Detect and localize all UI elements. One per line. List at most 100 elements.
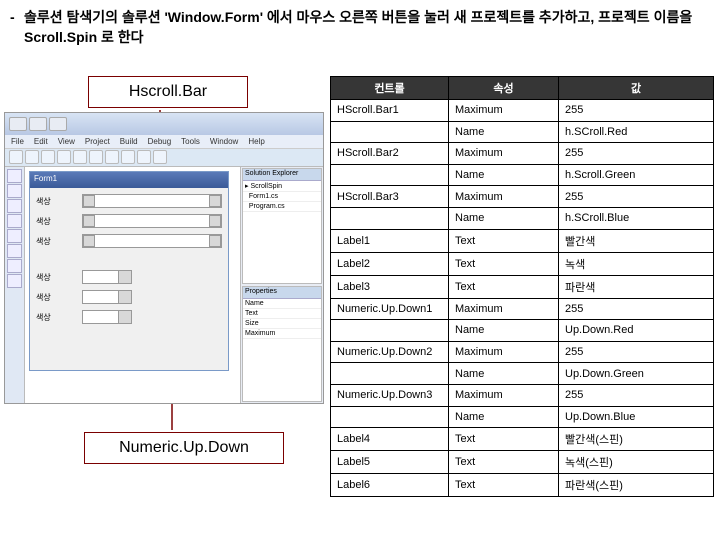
table-row: NameUp.Down.Red [331, 320, 714, 342]
side-panels: Solution Explorer ▸ ScrollSpin Form1.cs … [241, 167, 323, 403]
window-titlebar [5, 113, 323, 135]
table-row: Nameh.Scroll.Green [331, 164, 714, 186]
cell-val: Up.Down.Red [559, 320, 714, 342]
menu-item[interactable]: Window [210, 137, 238, 146]
cell-prop: Text [449, 474, 559, 497]
cell-val: 255 [559, 341, 714, 363]
hscrollbar-1[interactable] [82, 194, 222, 208]
menu-item[interactable]: Tools [181, 137, 200, 146]
table-row: HScroll.Bar1Maximum255 [331, 100, 714, 122]
table-row: HScroll.Bar3Maximum255 [331, 186, 714, 208]
cell-prop: Text [449, 275, 559, 298]
table-row: Numeric.Up.Down2Maximum255 [331, 341, 714, 363]
instruction-text: 솔루션 탐색기의 솔루션 'Window.Form' 에서 마우스 오른쪽 버튼… [24, 8, 710, 47]
menu-bar: File Edit View Project Build Debug Tools Window… [5, 135, 323, 149]
cell-prop: Name [449, 363, 559, 385]
panel-header: Properties [243, 287, 321, 299]
callout-hscrollbar: Hscroll.Bar [88, 76, 248, 108]
properties-window: Properties NameTextSizeMaximum [242, 286, 322, 402]
numericupdown-1[interactable] [82, 270, 132, 284]
hscrollbar-2[interactable] [82, 214, 222, 228]
table-row: Label3Text파란색 [331, 275, 714, 298]
numericupdown-2[interactable] [82, 290, 132, 304]
cell-prop: Text [449, 451, 559, 474]
cell-control [331, 121, 449, 143]
cell-control: HScroll.Bar1 [331, 100, 449, 122]
cell-prop: Maximum [449, 298, 559, 320]
form-designer: Form1 색상 색상 색상 색상 색상 색상 [25, 167, 241, 403]
cell-val: h.Scroll.Green [559, 164, 714, 186]
menu-item[interactable]: File [11, 137, 24, 146]
table-row: Label5Text녹색(스핀) [331, 451, 714, 474]
table-row: Label1Text빨간색 [331, 229, 714, 252]
cell-control: Label5 [331, 451, 449, 474]
cell-val: 파란색 [559, 275, 714, 298]
table-row: Label4Text빨간색(스핀) [331, 428, 714, 451]
cell-val: 255 [559, 384, 714, 406]
cell-prop: Text [449, 229, 559, 252]
label-blue: 색상 [36, 236, 76, 247]
cell-control: HScroll.Bar2 [331, 143, 449, 165]
label-green-spin: 색상 [36, 292, 76, 303]
menu-item[interactable]: View [58, 137, 75, 146]
table-row: Label2Text녹색 [331, 252, 714, 275]
cell-val: h.SCroll.Blue [559, 207, 714, 229]
cell-val: 녹색(스핀) [559, 451, 714, 474]
cell-control: Label1 [331, 229, 449, 252]
table-row: Numeric.Up.Down3Maximum255 [331, 384, 714, 406]
table-row: Nameh.SCroll.Blue [331, 207, 714, 229]
table-row: NameUp.Down.Blue [331, 406, 714, 428]
menu-item[interactable]: Edit [34, 137, 48, 146]
cell-val: 빨간색(스핀) [559, 428, 714, 451]
cell-prop: Text [449, 428, 559, 451]
cell-control [331, 406, 449, 428]
menu-item[interactable]: Project [85, 137, 110, 146]
numericupdown-3[interactable] [82, 310, 132, 324]
cell-control [331, 207, 449, 229]
winform: Form1 색상 색상 색상 색상 색상 색상 [29, 171, 229, 371]
cell-control: Label2 [331, 252, 449, 275]
th-control: 컨트롤 [331, 77, 449, 100]
th-prop: 속성 [449, 77, 559, 100]
cell-control: Numeric.Up.Down1 [331, 298, 449, 320]
cell-val: 빨간색 [559, 229, 714, 252]
cell-control [331, 164, 449, 186]
label-blue-spin: 색상 [36, 312, 76, 323]
cell-val: 255 [559, 186, 714, 208]
form-header: Form1 [30, 172, 228, 188]
cell-prop: Maximum [449, 100, 559, 122]
cell-val: 파란색(스핀) [559, 474, 714, 497]
hscrollbar-3[interactable] [82, 234, 222, 248]
table-row: Numeric.Up.Down1Maximum255 [331, 298, 714, 320]
solution-explorer: Solution Explorer ▸ ScrollSpin Form1.cs … [242, 168, 322, 284]
cell-prop: Name [449, 207, 559, 229]
label-red: 색상 [36, 196, 76, 207]
cell-prop: Maximum [449, 341, 559, 363]
cell-control: HScroll.Bar3 [331, 186, 449, 208]
cell-val: 255 [559, 298, 714, 320]
cell-val: 255 [559, 143, 714, 165]
cell-val: 255 [559, 100, 714, 122]
cell-prop: Name [449, 164, 559, 186]
label-green: 색상 [36, 216, 76, 227]
menu-item[interactable]: Build [120, 137, 138, 146]
cell-prop: Name [449, 406, 559, 428]
vs-screenshot: File Edit View Project Build Debug Tools Window… [4, 112, 324, 404]
table-row: NameUp.Down.Green [331, 363, 714, 385]
cell-control: Label4 [331, 428, 449, 451]
table-row: Nameh.SCroll.Red [331, 121, 714, 143]
callout-numericupdown: Numeric.Up.Down [84, 432, 284, 464]
cell-val: Up.Down.Blue [559, 406, 714, 428]
cell-prop: Maximum [449, 143, 559, 165]
cell-prop: Maximum [449, 186, 559, 208]
table-row: Label6Text파란색(스핀) [331, 474, 714, 497]
cell-prop: Name [449, 121, 559, 143]
cell-val: 녹색 [559, 252, 714, 275]
menu-item[interactable]: Debug [148, 137, 172, 146]
cell-control: Numeric.Up.Down2 [331, 341, 449, 363]
cell-val: Up.Down.Green [559, 363, 714, 385]
menu-item[interactable]: Help [248, 137, 264, 146]
toolbox [5, 167, 25, 403]
cell-val: h.SCroll.Red [559, 121, 714, 143]
toolbar [5, 149, 323, 167]
